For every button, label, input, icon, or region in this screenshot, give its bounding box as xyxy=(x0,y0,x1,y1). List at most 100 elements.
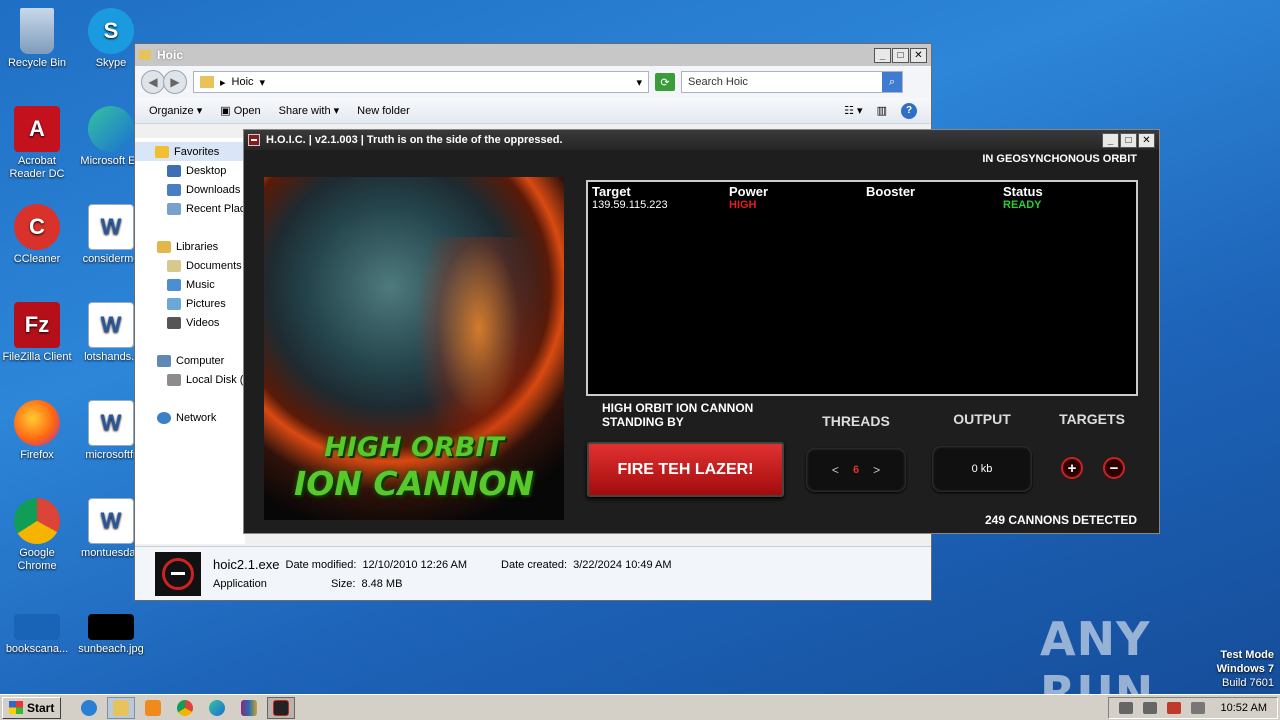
add-target-button[interactable]: + xyxy=(1061,457,1083,479)
new-folder-button[interactable]: New folder xyxy=(357,105,410,117)
acrobat-icon: A xyxy=(14,106,60,152)
desktop-icon-recycle-bin[interactable]: Recycle Bin xyxy=(0,8,74,70)
desktop-icon-ccleaner[interactable]: C CCleaner xyxy=(0,204,74,266)
taskbar-winrar-icon[interactable] xyxy=(235,697,263,719)
chevron-down-icon[interactable]: ▾ xyxy=(260,76,266,89)
taskbar-ie-icon[interactable] xyxy=(75,697,103,719)
output-display: 0 kb xyxy=(932,446,1032,492)
pictures-icon xyxy=(167,297,181,310)
nav-videos[interactable]: Videos xyxy=(135,313,245,332)
forward-button[interactable]: ▶ xyxy=(163,70,187,94)
fire-button[interactable]: FIRE TEH LAZER! xyxy=(587,442,784,497)
column-header: Power xyxy=(729,184,769,199)
network-tray-icon[interactable] xyxy=(1142,701,1157,714)
preview-pane-icon[interactable]: ▥ xyxy=(877,104,887,117)
security-tray-icon[interactable] xyxy=(1166,701,1181,714)
taskbar-media-player-icon[interactable] xyxy=(139,697,167,719)
minimize-button[interactable]: _ xyxy=(874,47,891,63)
desktop-icon-acrobat[interactable]: A Acrobat Reader DC xyxy=(0,106,74,181)
taskbar-explorer-icon[interactable] xyxy=(107,696,136,719)
desktop-icon-label: Acrobat Reader DC xyxy=(9,155,65,180)
artwork-title-line1: HIGH ORBIT xyxy=(324,432,504,463)
edge-icon xyxy=(88,106,134,152)
skype-icon: S xyxy=(88,8,134,54)
breadcrumb-chevron-icon: ▸ xyxy=(220,76,226,89)
music-icon xyxy=(167,278,181,291)
nav-computer[interactable]: Computer xyxy=(135,351,245,370)
targets-table[interactable]: Target Power Booster Status 139.59.115.2… xyxy=(586,180,1138,396)
image-file-icon xyxy=(14,614,60,640)
close-button[interactable]: ✕ xyxy=(910,47,927,63)
documents-icon xyxy=(167,259,181,272)
cannon-status: HIGH ORBIT ION CANNON STANDING BY xyxy=(602,401,753,429)
downloads-icon xyxy=(167,183,181,196)
desktop-icon-sunbeach[interactable]: sunbeach.jpg xyxy=(74,614,148,656)
desktop-icon-label: CCleaner xyxy=(13,253,61,265)
open-button[interactable]: ▣ Open xyxy=(220,104,260,117)
hoic-window[interactable]: H.O.I.C. | v2.1.003 | Truth is on the si… xyxy=(243,129,1160,534)
threads-stepper[interactable]: < 6 > xyxy=(806,448,906,492)
nav-documents[interactable]: Documents xyxy=(135,256,245,275)
taskbar-edge-icon[interactable] xyxy=(203,697,231,719)
help-icon[interactable]: ? xyxy=(901,102,917,119)
desktop-icon-filezilla[interactable]: Fz FileZilla Client xyxy=(0,302,74,364)
orbit-status: IN GEOSYNCHONOUS ORBIT xyxy=(982,153,1137,165)
minimize-button[interactable]: _ xyxy=(1102,132,1119,148)
targets-label: TARGETS xyxy=(1059,411,1125,427)
threads-label: THREADS xyxy=(822,413,890,429)
target-url: 139.59.115.223 xyxy=(592,199,668,211)
taskbar-chrome-icon[interactable] xyxy=(171,697,199,719)
ccleaner-icon: C xyxy=(14,204,60,250)
nav-local-disk[interactable]: Local Disk ( xyxy=(135,370,245,389)
nav-favorites[interactable]: Favorites xyxy=(135,142,245,161)
hoic-titlebar[interactable]: H.O.I.C. | v2.1.003 | Truth is on the si… xyxy=(244,130,1159,150)
back-button[interactable]: ◀ xyxy=(141,70,165,94)
nav-network[interactable]: Network xyxy=(135,408,245,427)
nav-music[interactable]: Music xyxy=(135,275,245,294)
address-bar[interactable]: ▸ Hoic ▾ ▾ xyxy=(193,71,649,93)
nav-desktop[interactable]: Desktop xyxy=(135,161,245,180)
desktop-icon-firefox[interactable]: Firefox xyxy=(0,400,74,462)
maximize-button[interactable]: □ xyxy=(1120,132,1137,148)
nav-recent-places[interactable]: Recent Plac xyxy=(135,199,245,218)
desktop-icon-label: sunbeach.jpg xyxy=(78,643,144,655)
network-icon xyxy=(157,411,171,424)
date-created-value: 3/22/2024 10:49 AM xyxy=(573,559,672,571)
address-dropdown-icon[interactable]: ▾ xyxy=(636,76,642,89)
desktop-icon-label: Google Chrome xyxy=(17,547,57,572)
remove-target-button[interactable]: − xyxy=(1103,457,1125,479)
word-doc-icon: W xyxy=(88,204,134,250)
table-row[interactable]: 139.59.115.223 HIGH READY xyxy=(592,199,1132,211)
hard-drive-icon xyxy=(167,373,181,386)
hoic-title: H.O.I.C. | v2.1.003 | Truth is on the si… xyxy=(266,134,563,146)
recycle-bin-icon xyxy=(20,8,54,54)
desktop-icon-bookscana[interactable]: bookscana... xyxy=(0,614,74,656)
close-button[interactable]: ✕ xyxy=(1138,132,1155,148)
search-input[interactable]: Search Hoic ⌕ xyxy=(681,71,903,93)
search-icon[interactable]: ⌕ xyxy=(882,72,902,92)
nav-downloads[interactable]: Downloads xyxy=(135,180,245,199)
share-with-menu[interactable]: Share with ▾ xyxy=(279,104,340,117)
nav-libraries[interactable]: Libraries xyxy=(135,237,245,256)
maximize-button[interactable]: □ xyxy=(892,47,909,63)
status-value: READY xyxy=(1003,199,1042,211)
size-value: 8.48 MB xyxy=(361,578,403,590)
explorer-titlebar[interactable]: Hoic _ □ ✕ xyxy=(135,44,931,66)
clock[interactable]: 10:52 AM xyxy=(1221,702,1267,714)
taskbar-hoic-icon[interactable] xyxy=(267,696,296,719)
organize-menu[interactable]: Organize ▾ xyxy=(149,104,202,117)
volume-icon[interactable] xyxy=(1118,701,1133,714)
threads-decrease-button[interactable]: < xyxy=(818,463,853,477)
taskbar: Start 10:52 AM xyxy=(0,694,1280,720)
action-center-flag-icon[interactable] xyxy=(1190,701,1205,714)
booster-value xyxy=(866,199,1003,211)
view-options-icon[interactable]: ☷ ▾ xyxy=(844,104,862,117)
nav-pictures[interactable]: Pictures xyxy=(135,294,245,313)
breadcrumb-item[interactable]: Hoic xyxy=(232,76,254,88)
desktop-icon-chrome[interactable]: Google Chrome xyxy=(0,498,74,573)
start-button[interactable]: Start xyxy=(2,696,62,719)
desktop-icon-label: Recycle Bin xyxy=(7,57,67,69)
refresh-button[interactable]: ⟳ xyxy=(655,73,675,91)
word-doc-icon: W xyxy=(88,302,134,348)
threads-increase-button[interactable]: > xyxy=(859,463,894,477)
